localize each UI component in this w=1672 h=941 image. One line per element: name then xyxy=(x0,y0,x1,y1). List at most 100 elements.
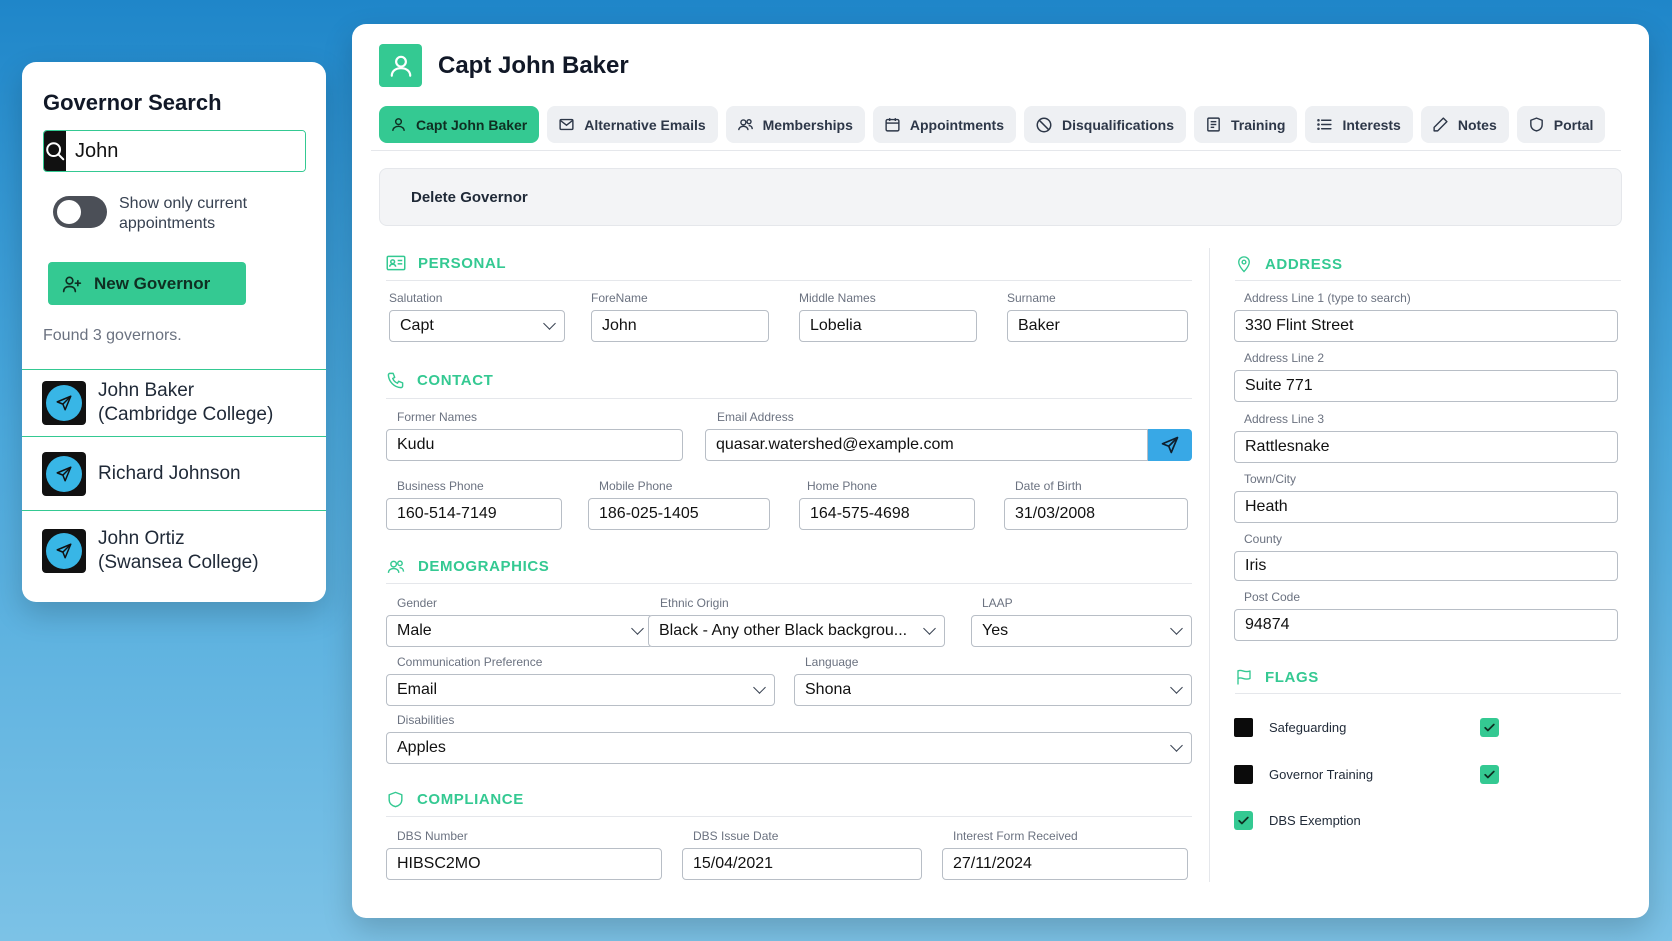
governor-result-item[interactable]: John Baker (Cambridge College) xyxy=(22,369,326,436)
tab-training[interactable]: Training xyxy=(1194,106,1298,143)
address-line1-label: Address Line 1 (type to search) xyxy=(1244,291,1411,305)
county-field: County Iris xyxy=(1234,531,1618,581)
flag-color-swatch xyxy=(1234,765,1253,784)
tab-profile[interactable]: Capt John Baker xyxy=(379,106,540,143)
date-of-birth-input[interactable]: 31/03/2008 xyxy=(1004,498,1188,530)
business-phone-input[interactable]: 160-514-7149 xyxy=(386,498,562,530)
current-appointments-toggle[interactable] xyxy=(53,196,107,228)
column-divider xyxy=(1209,248,1210,882)
mobile-phone-input[interactable]: 186-025-1405 xyxy=(588,498,770,530)
list-icon xyxy=(1317,118,1333,131)
post-code-label: Post Code xyxy=(1244,590,1301,604)
address-line2-field: Address Line 2 Suite 771 xyxy=(1234,350,1618,402)
home-phone-field: Home Phone 164-575-4698 xyxy=(799,478,975,530)
county-input[interactable]: Iris xyxy=(1234,551,1618,581)
home-phone-label: Home Phone xyxy=(807,479,878,493)
safeguarding-checkbox[interactable] xyxy=(1480,718,1499,737)
laap-field: LAAP Yes xyxy=(971,595,1192,647)
id-card-icon xyxy=(386,255,406,271)
send-email-button[interactable] xyxy=(1148,429,1192,461)
send-icon xyxy=(56,466,72,481)
communication-preference-select[interactable]: Email xyxy=(386,674,775,706)
calendar-icon xyxy=(885,118,900,132)
delete-governor-button[interactable]: Delete Governor xyxy=(379,168,1622,226)
dbs-number-input[interactable]: HIBSC2MO xyxy=(386,848,662,880)
email-input[interactable]: quasar.watershed@example.com xyxy=(705,429,1148,461)
forename-input[interactable]: John xyxy=(591,310,769,342)
new-governor-label: New Governor xyxy=(94,273,211,293)
mobile-phone-field: Mobile Phone 186-025-1405 xyxy=(588,478,770,530)
section-divider xyxy=(386,398,1192,399)
governor-result-item[interactable]: John Ortiz (Swansea College) xyxy=(22,510,326,590)
communication-preference-field: Communication Preference Email xyxy=(386,654,775,706)
dbs-issue-date-label: DBS Issue Date xyxy=(693,829,779,843)
dbs-exemption-checkbox[interactable] xyxy=(1234,811,1253,830)
post-code-input[interactable]: 94874 xyxy=(1234,609,1618,641)
county-label: County xyxy=(1244,532,1283,546)
gender-select[interactable]: Male xyxy=(386,615,653,647)
ban-icon xyxy=(1036,117,1052,132)
avatar xyxy=(42,451,86,496)
tab-label: Training xyxy=(1231,116,1286,133)
salutation-select[interactable]: Capt xyxy=(389,310,565,342)
address-line1-field: Address Line 1 (type to search) 330 Flin… xyxy=(1234,290,1618,342)
flag-safeguarding-row: Safeguarding xyxy=(1234,718,1499,737)
section-divider xyxy=(1235,280,1621,281)
address-line3-label: Address Line 3 xyxy=(1244,412,1325,426)
tab-label: Interests xyxy=(1342,116,1401,133)
search-icon[interactable] xyxy=(44,131,66,171)
new-governor-button[interactable]: New Governor xyxy=(48,262,246,305)
business-phone-field: Business Phone 160-514-7149 xyxy=(386,478,562,530)
surname-input[interactable]: Baker xyxy=(1007,310,1188,342)
tab-disqualifications[interactable]: Disqualifications xyxy=(1024,106,1187,143)
governor-training-checkbox[interactable] xyxy=(1480,765,1499,784)
map-pin-icon xyxy=(1238,256,1250,273)
ethnic-origin-label: Ethnic Origin xyxy=(660,596,729,610)
tab-interests[interactable]: Interests xyxy=(1305,106,1413,143)
tab-notes[interactable]: Notes xyxy=(1420,106,1509,143)
tab-memberships[interactable]: Memberships xyxy=(725,106,865,143)
date-of-birth-label: Date of Birth xyxy=(1015,479,1082,493)
tab-label: Alternative Emails xyxy=(584,116,706,133)
laap-select[interactable]: Yes xyxy=(971,615,1192,647)
disabilities-select[interactable]: Apples xyxy=(386,732,1192,764)
address-line1-input[interactable]: 330 Flint Street xyxy=(1234,310,1618,342)
surname-field: Surname Baker xyxy=(1007,290,1188,342)
address-line3-input[interactable]: Rattlesnake xyxy=(1234,431,1618,463)
middle-names-input[interactable]: Lobelia xyxy=(799,310,977,342)
ethnic-origin-select[interactable]: Black - Any other Black backgrou... xyxy=(648,615,945,647)
dbs-number-label: DBS Number xyxy=(397,829,468,843)
toggle-label: Show only current appointments xyxy=(119,195,248,232)
gender-field: Gender Male xyxy=(386,595,653,647)
send-icon xyxy=(56,395,72,411)
flag-color-swatch xyxy=(1234,718,1253,737)
dbs-issue-date-input[interactable]: 15/04/2021 xyxy=(682,848,922,880)
tab-alternative-emails[interactable]: Alternative Emails xyxy=(547,106,718,143)
found-count: Found 3 governors. xyxy=(43,327,182,344)
search-title: Governor Search xyxy=(43,90,222,115)
interest-form-label: Interest Form Received xyxy=(953,829,1078,843)
governor-result-item[interactable]: Richard Johnson xyxy=(22,436,326,510)
former-names-input[interactable]: Kudu xyxy=(386,429,683,461)
language-select[interactable]: Shona xyxy=(794,674,1192,706)
address-line2-input[interactable]: Suite 771 xyxy=(1234,370,1618,402)
page-title: Capt John Baker xyxy=(438,51,629,79)
avatar xyxy=(42,528,86,573)
tab-appointments[interactable]: Appointments xyxy=(872,106,1016,143)
page-header: Capt John Baker xyxy=(379,44,629,87)
tab-portal[interactable]: Portal xyxy=(1516,106,1606,143)
search-input[interactable] xyxy=(66,131,305,171)
section-divider xyxy=(1235,693,1621,694)
governor-search-panel: Governor Search Show only current appoin… xyxy=(22,62,326,602)
home-phone-input[interactable]: 164-575-4698 xyxy=(799,498,975,530)
interest-form-input[interactable]: 27/11/2024 xyxy=(942,848,1188,880)
delete-governor-label: Delete Governor xyxy=(411,188,528,206)
governor-name: Richard Johnson xyxy=(98,462,241,484)
tab-label: Notes xyxy=(1457,116,1497,133)
search-box xyxy=(43,130,306,172)
flag-icon xyxy=(1237,669,1251,685)
send-icon xyxy=(56,543,72,558)
forename-field: ForeName John xyxy=(591,290,769,342)
town-input[interactable]: Heath xyxy=(1234,491,1618,523)
salutation-field: Salutation Capt xyxy=(389,290,565,342)
